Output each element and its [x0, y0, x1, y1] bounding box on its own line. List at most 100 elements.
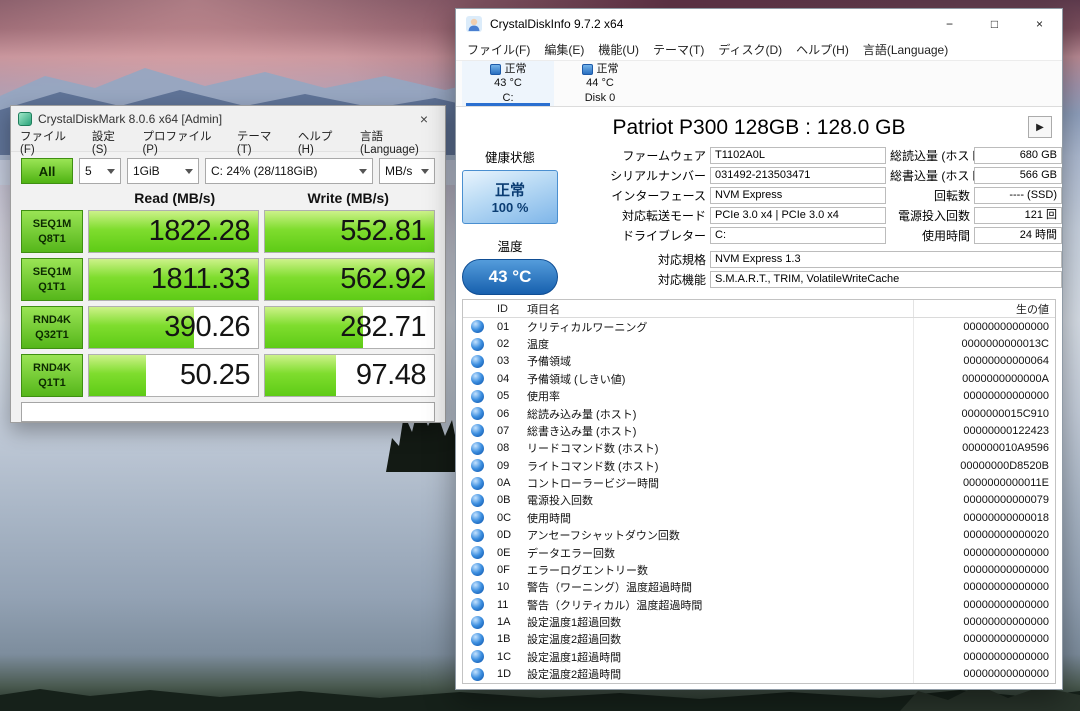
smart-id: 1C [493, 651, 521, 663]
cdm-read-value: 1811.33 [89, 259, 258, 300]
smart-row-0D[interactable]: 0Dアンセーフシャットダウン回数00000000000020 [463, 527, 1055, 544]
cdi-close-button[interactable]: × [1017, 9, 1062, 39]
chevron-down-icon [107, 169, 115, 174]
cdm-write-value: 552.81 [265, 211, 434, 252]
cdm-menu-item-3[interactable]: テーマ(T) [230, 126, 291, 158]
cdi-smart-rows: 01クリティカルワーニング0000000000000002温度000000000… [463, 318, 1055, 683]
cdi-window-title: CrystalDiskInfo 9.7.2 x64 [490, 17, 623, 31]
smart-id: 04 [493, 373, 521, 385]
cdi-drive-tab-1[interactable]: 正常44 °CDisk 0 [554, 61, 646, 106]
cdi-health-percent: 100 % [492, 200, 529, 215]
cdi-temperature-indicator[interactable]: 43 °C [462, 259, 558, 295]
cdm-test-button-1[interactable]: SEQ1MQ1T1 [21, 258, 83, 301]
smart-row-07[interactable]: 07総書き込み量 (ホスト)00000000122423 [463, 422, 1055, 439]
smart-row-03[interactable]: 03予備領域00000000000064 [463, 353, 1055, 370]
cdm-unit-select[interactable]: MB/s [379, 158, 435, 184]
smart-row-04[interactable]: 04予備領域 (しきい値)0000000000000A [463, 370, 1055, 387]
cdm-write-value: 282.71 [265, 307, 434, 348]
status-good-icon [471, 616, 484, 629]
cdm-passes-select[interactable]: 5 [79, 158, 121, 184]
cdm-write-cell-2[interactable]: 282.71 [264, 306, 435, 349]
cdi-info-label: 使用時間 [890, 227, 970, 244]
cdi-menu-item-2[interactable]: 機能(U) [591, 39, 646, 60]
cdm-column-headers: Read (MB/s) Write (MB/s) [21, 190, 435, 210]
cdi-menu-item-1[interactable]: 編集(E) [537, 39, 591, 60]
smart-id: 05 [493, 390, 521, 402]
cdi-info-value: 566 GB [974, 167, 1062, 184]
smart-id: 11 [493, 599, 521, 611]
cdm-target-drive-value: C: 24% (28/118GiB) [211, 164, 318, 178]
smart-row-11[interactable]: 11警告（クリティカル）温度超過時間00000000000000 [463, 596, 1055, 613]
cdm-test-button-3[interactable]: RND4KQ1T1 [21, 354, 83, 397]
smart-row-1B[interactable]: 1B設定温度2超過回数00000000000000 [463, 631, 1055, 648]
cdm-target-drive-select[interactable]: C: 24% (28/118GiB) [205, 158, 373, 184]
cdi-menu-item-0[interactable]: ファイル(F) [460, 39, 537, 60]
cdi-temperature-value: 43 °C [489, 267, 532, 287]
smart-row-06[interactable]: 06総読み込み量 (ホスト)0000000015C910 [463, 405, 1055, 422]
cdm-comment-field[interactable] [21, 402, 435, 422]
status-good-icon [471, 459, 484, 472]
smart-id: 02 [493, 338, 521, 350]
cdm-read-cell-0[interactable]: 1822.28 [88, 210, 259, 253]
cdi-minimize-button[interactable]: − [927, 9, 972, 39]
cdi-menu-item-5[interactable]: ヘルプ(H) [789, 39, 856, 60]
smart-header-raw: 生の値 [913, 300, 1055, 317]
status-good-icon [471, 546, 484, 559]
cdi-next-drive-button[interactable]: ▶ [1028, 116, 1052, 138]
smart-row-05[interactable]: 05使用率00000000000000 [463, 388, 1055, 405]
cdm-menu-item-2[interactable]: プロファイル(P) [135, 126, 229, 158]
smart-row-0A[interactable]: 0Aコントローラービジー時間0000000000011E [463, 474, 1055, 491]
cdm-read-cell-2[interactable]: 390.26 [88, 306, 259, 349]
smart-row-01[interactable]: 01クリティカルワーニング00000000000000 [463, 318, 1055, 335]
cdi-drive-tab-0[interactable]: 正常43 °CC: [462, 61, 554, 106]
cdm-size-select[interactable]: 1GiB [127, 158, 199, 184]
smart-attribute-name: 設定温度1超過時間 [521, 649, 913, 665]
cdi-menubar: ファイル(F)編集(E)機能(U)テーマ(T)ディスク(D)ヘルプ(H)言語(L… [456, 39, 1062, 61]
smart-row-02[interactable]: 02温度0000000000013C [463, 335, 1055, 352]
disk-icon [490, 64, 501, 75]
cdm-read-cell-3[interactable]: 50.25 [88, 354, 259, 397]
smart-row-0F[interactable]: 0Fエラーログエントリー数00000000000000 [463, 561, 1055, 578]
status-good-icon [471, 494, 484, 507]
smart-row-1C[interactable]: 1C設定温度1超過時間00000000000000 [463, 648, 1055, 665]
cdm-menu-item-4[interactable]: ヘルプ(H) [291, 126, 353, 158]
smart-header-name: 項目名 [521, 301, 913, 317]
smart-attribute-name: 総書き込み量 (ホスト) [521, 423, 913, 439]
cdi-health-status-box[interactable]: 正常 100 % [462, 170, 558, 224]
cdi-info-mid: ファームウェアT1102A0Lシリアルナンバー031492-213503471イ… [574, 147, 886, 244]
cdi-menu-item-4[interactable]: ディスク(D) [711, 39, 789, 60]
smart-row-10[interactable]: 10警告（ワーニング）温度超過時間00000000000000 [463, 579, 1055, 596]
smart-raw-value: 00000000000020 [913, 527, 1055, 544]
cdm-menu-item-1[interactable]: 設定(S) [85, 126, 136, 158]
cdm-read-cell-1[interactable]: 1811.33 [88, 258, 259, 301]
smart-row-08[interactable]: 08リードコマンド数 (ホスト)000000010A9596 [463, 440, 1055, 457]
cdm-write-cell-1[interactable]: 562.92 [264, 258, 435, 301]
smart-raw-value: 00000000000000 [913, 631, 1055, 648]
smart-row-0E[interactable]: 0Eデータエラー回数00000000000000 [463, 544, 1055, 561]
cdm-write-cell-3[interactable]: 97.48 [264, 354, 435, 397]
cdi-menu-item-6[interactable]: 言語(Language) [856, 39, 955, 60]
smart-raw-value: 0000000000000A [913, 370, 1055, 387]
cdm-write-cell-0[interactable]: 552.81 [264, 210, 435, 253]
smart-row-1D[interactable]: 1D設定温度2超過時間00000000000000 [463, 666, 1055, 683]
cdi-maximize-button[interactable]: □ [972, 9, 1017, 39]
cdm-all-button[interactable]: All [21, 158, 73, 184]
cdm-menu-item-0[interactable]: ファイル(F) [13, 126, 85, 158]
smart-row-0B[interactable]: 0B電源投入回数00000000000079 [463, 492, 1055, 509]
cdm-window-title: CrystalDiskMark 8.0.6 x64 [Admin] [38, 112, 222, 126]
smart-row-09[interactable]: 09ライトコマンド数 (ホスト)00000000D8520B [463, 457, 1055, 474]
cdi-titlebar[interactable]: CrystalDiskInfo 9.7.2 x64 − □ × [456, 9, 1062, 39]
cdi-menu-item-3[interactable]: テーマ(T) [646, 39, 711, 60]
smart-raw-value: 00000000000000 [913, 613, 1055, 630]
smart-id: 10 [493, 581, 521, 593]
cdm-write-header: Write (MB/s) [262, 190, 436, 210]
cdm-test-button-2[interactable]: RND4KQ32T1 [21, 306, 83, 349]
cdi-info-label: 総書込量 (ホスト) [890, 167, 970, 184]
cdm-test-button-0[interactable]: SEQ1MQ8T1 [21, 210, 83, 253]
smart-id: 03 [493, 355, 521, 367]
smart-row-1A[interactable]: 1A設定温度1超過回数00000000000000 [463, 613, 1055, 630]
smart-raw-value: 00000000000000 [913, 388, 1055, 405]
cdm-menu-item-5[interactable]: 言語(Language) [353, 126, 445, 158]
cdi-info-value: PCIe 3.0 x4 | PCIe 3.0 x4 [710, 207, 886, 224]
smart-row-0C[interactable]: 0C使用時間00000000000018 [463, 509, 1055, 526]
